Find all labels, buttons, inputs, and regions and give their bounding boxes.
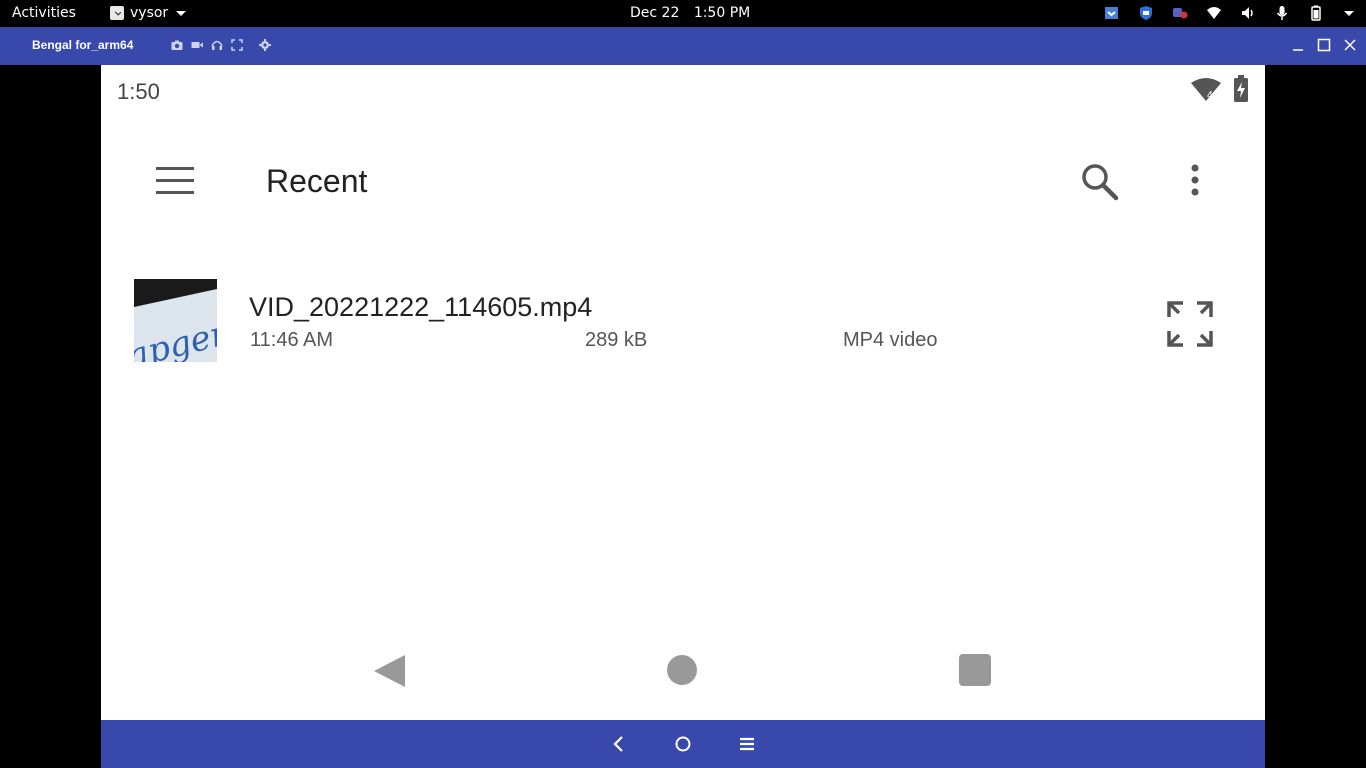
microphone-icon[interactable] (1274, 5, 1290, 21)
file-type: MP4 video (843, 329, 938, 351)
close-icon[interactable] (1342, 37, 1358, 53)
video-thumbnail: apger (134, 279, 217, 362)
file-size: 289 kB (585, 329, 648, 351)
gear-icon[interactable] (259, 39, 271, 51)
clock[interactable]: Dec 22 1:50 PM (630, 5, 750, 21)
more-options-icon[interactable] (1181, 161, 1209, 201)
system-tray[interactable] (1104, 5, 1354, 21)
clock-time: 1:50 PM (693, 5, 751, 21)
activities-button[interactable]: Activities (12, 5, 76, 21)
fullscreen-icon[interactable] (231, 39, 243, 51)
list-item[interactable]: apger VID_20221222_114605.mp4 11:46 AM 2… (101, 270, 1265, 370)
battery-icon[interactable] (1308, 5, 1324, 21)
minimize-icon[interactable] (1290, 37, 1306, 53)
screenshot-icon[interactable] (171, 39, 183, 51)
record-video-icon[interactable] (191, 39, 203, 51)
teams-icon[interactable] (1172, 5, 1188, 21)
file-time: 11:46 AM (250, 329, 334, 351)
home-icon[interactable] (671, 732, 695, 756)
vysor-app-icon (110, 6, 124, 20)
wifi-badge: 4 (1207, 90, 1213, 101)
menu-icon[interactable] (156, 167, 194, 195)
expand-preview-icon[interactable] (1163, 297, 1217, 351)
search-icon[interactable] (1079, 161, 1119, 201)
android-navigation-bar (101, 640, 1265, 700)
recent-apps-icon[interactable] (959, 654, 991, 686)
app-menu[interactable]: vysor (110, 5, 187, 21)
window-title: Bengal for_arm64 (32, 38, 134, 52)
vysor-control-bar (101, 720, 1265, 768)
volume-icon[interactable] (1240, 5, 1256, 21)
back-icon[interactable] (607, 732, 631, 756)
window-toolbar (171, 39, 271, 51)
window-title-bar[interactable]: Bengal for_arm64 (0, 27, 1366, 65)
headphones-icon[interactable] (211, 39, 223, 51)
app-bar: Recent (101, 145, 1265, 217)
download-indicator-icon[interactable] (1104, 5, 1120, 21)
clock-date: Dec 22 (630, 5, 680, 21)
wifi-icon[interactable] (1206, 5, 1222, 21)
chevron-down-icon (176, 10, 187, 16)
system-top-bar: Activities vysor Dec 22 1:50 PM (0, 0, 1366, 27)
status-bar-time: 1:50 (117, 79, 160, 104)
chevron-down-icon[interactable] (1344, 10, 1354, 16)
shield-icon[interactable] (1138, 5, 1154, 21)
maximize-icon[interactable] (1316, 37, 1332, 53)
window-controls (1290, 37, 1358, 53)
app-menu-label: vysor (130, 5, 169, 21)
device-screen[interactable]: 1:50 4 Recent apger VID_20221222_114605.… (101, 65, 1265, 720)
back-icon[interactable] (371, 654, 405, 688)
file-name: VID_20221222_114605.mp4 (249, 292, 593, 322)
home-icon[interactable] (667, 655, 697, 685)
recent-apps-icon[interactable] (735, 732, 759, 756)
battery-charging-icon (1234, 75, 1248, 102)
status-bar-icons: 4 (1191, 75, 1249, 103)
page-title: Recent (266, 163, 368, 199)
wifi-signal-icon: 4 (1191, 78, 1221, 101)
